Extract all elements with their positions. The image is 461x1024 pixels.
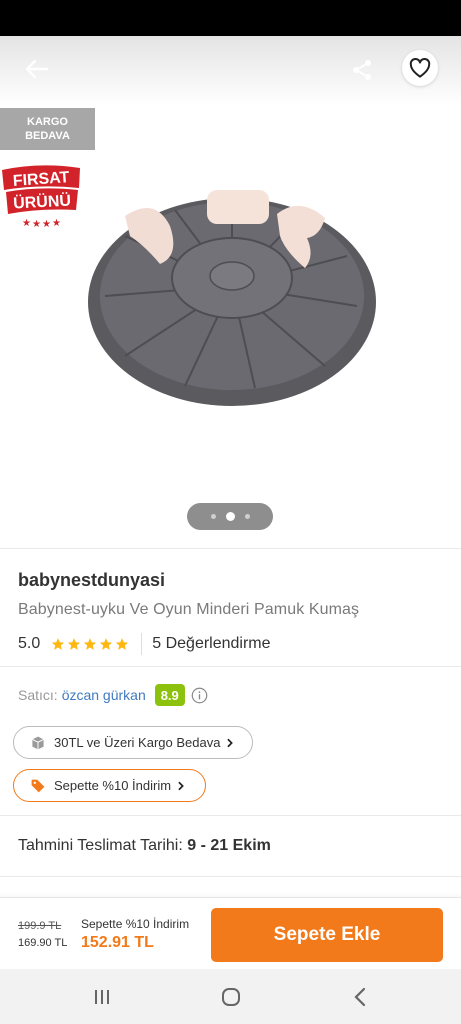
status-bar <box>0 0 461 36</box>
discounted-price: 169.90 TL <box>18 937 68 949</box>
back-arrow-icon[interactable] <box>20 54 54 84</box>
star-icon <box>116 638 129 650</box>
final-price: 152.91 TL <box>81 934 154 951</box>
recent-apps-icon[interactable] <box>88 983 116 1011</box>
free-cargo-pill[interactable]: 30TL ve Üzeri Kargo Bedava <box>13 726 253 759</box>
star-icon <box>52 638 65 650</box>
svg-text:★: ★ <box>52 218 61 229</box>
kargo-badge-line1: KARGO <box>27 116 68 128</box>
pager-dot-active[interactable] <box>225 512 235 521</box>
svg-text:★: ★ <box>32 219 41 230</box>
svg-text:★: ★ <box>42 219 51 230</box>
product-image <box>88 190 376 406</box>
pager-dot[interactable] <box>244 514 250 519</box>
rating-stars <box>51 637 129 651</box>
kargo-badge-line2: BEDAVA <box>25 130 70 142</box>
bottom-price-bar: 199.9 TL 169.90 TL Sepette %10 İndirim 1… <box>0 897 461 969</box>
home-icon[interactable] <box>217 983 245 1011</box>
product-name: Babynest-uyku Ve Oyun Minderi Pamuk Kuma… <box>18 601 360 618</box>
separator <box>141 633 143 655</box>
system-nav-bar <box>0 969 461 1024</box>
chevron-right-icon <box>227 738 234 747</box>
free-cargo-label: 30TL ve Üzeri Kargo Bedava <box>54 735 221 750</box>
delivery-label: Tahmini Teslimat Tarihi: <box>18 837 183 854</box>
seller-name-link[interactable]: özcan gürkan <box>62 687 146 703</box>
pager-dot[interactable] <box>210 514 216 519</box>
discount-label: Sepette %10 İndirim <box>54 778 172 793</box>
chevron-right-icon <box>178 781 184 790</box>
seller-row: Satıcı: özcan gürkan 8.9 <box>18 683 208 707</box>
add-to-cart-button[interactable]: Sepete Ekle <box>211 908 443 962</box>
heart-icon <box>409 58 431 78</box>
seller-label: Satıcı: <box>18 687 58 703</box>
star-icon <box>100 638 113 650</box>
rating-row[interactable]: 5.0 5 Değerlendirme <box>18 632 271 656</box>
divider <box>0 548 461 549</box>
tag-icon <box>31 779 45 792</box>
rating-value: 5.0 <box>18 635 41 652</box>
svg-text:★: ★ <box>22 218 31 229</box>
box-icon <box>32 736 44 749</box>
favorite-heart-button[interactable] <box>402 50 438 86</box>
seller-score-badge: 8.9 <box>154 684 185 706</box>
back-nav-icon[interactable] <box>346 983 374 1011</box>
star-icon <box>84 638 97 650</box>
firsat-stars: ★ ★ ★ ★ <box>22 218 61 230</box>
cart-promo-label: Sepette %10 İndirim <box>81 917 190 931</box>
discount-pill[interactable]: Sepette %10 İndirim <box>13 769 206 802</box>
gallery-top-overlay <box>0 36 461 106</box>
divider <box>0 666 461 667</box>
delivery-range: 9 - 21 Ekim <box>187 837 271 854</box>
estimated-delivery: Tahmini Teslimat Tarihi: 9 - 21 Ekim <box>18 837 271 855</box>
share-icon[interactable] <box>345 53 379 87</box>
divider <box>0 815 461 816</box>
product-gallery[interactable]: KARGO BEDAVA FIRSAT ÜRÜNÜ ★ ★ ★ ★ <box>0 36 461 548</box>
brand-name[interactable]: babynestdunyasi <box>18 570 165 591</box>
firsat-text-line1: FIRSAT <box>12 169 70 190</box>
info-icon[interactable] <box>191 687 208 704</box>
image-pager[interactable] <box>187 503 273 530</box>
free-shipping-badge: KARGO BEDAVA <box>0 108 95 150</box>
firsat-urunu-badge: FIRSAT ÜRÜNÜ ★ ★ ★ ★ <box>2 165 80 230</box>
divider <box>0 876 461 877</box>
old-price: 199.9 TL <box>18 920 62 932</box>
star-icon <box>68 638 81 650</box>
review-count-link[interactable]: 5 Değerlendirme <box>152 635 270 653</box>
